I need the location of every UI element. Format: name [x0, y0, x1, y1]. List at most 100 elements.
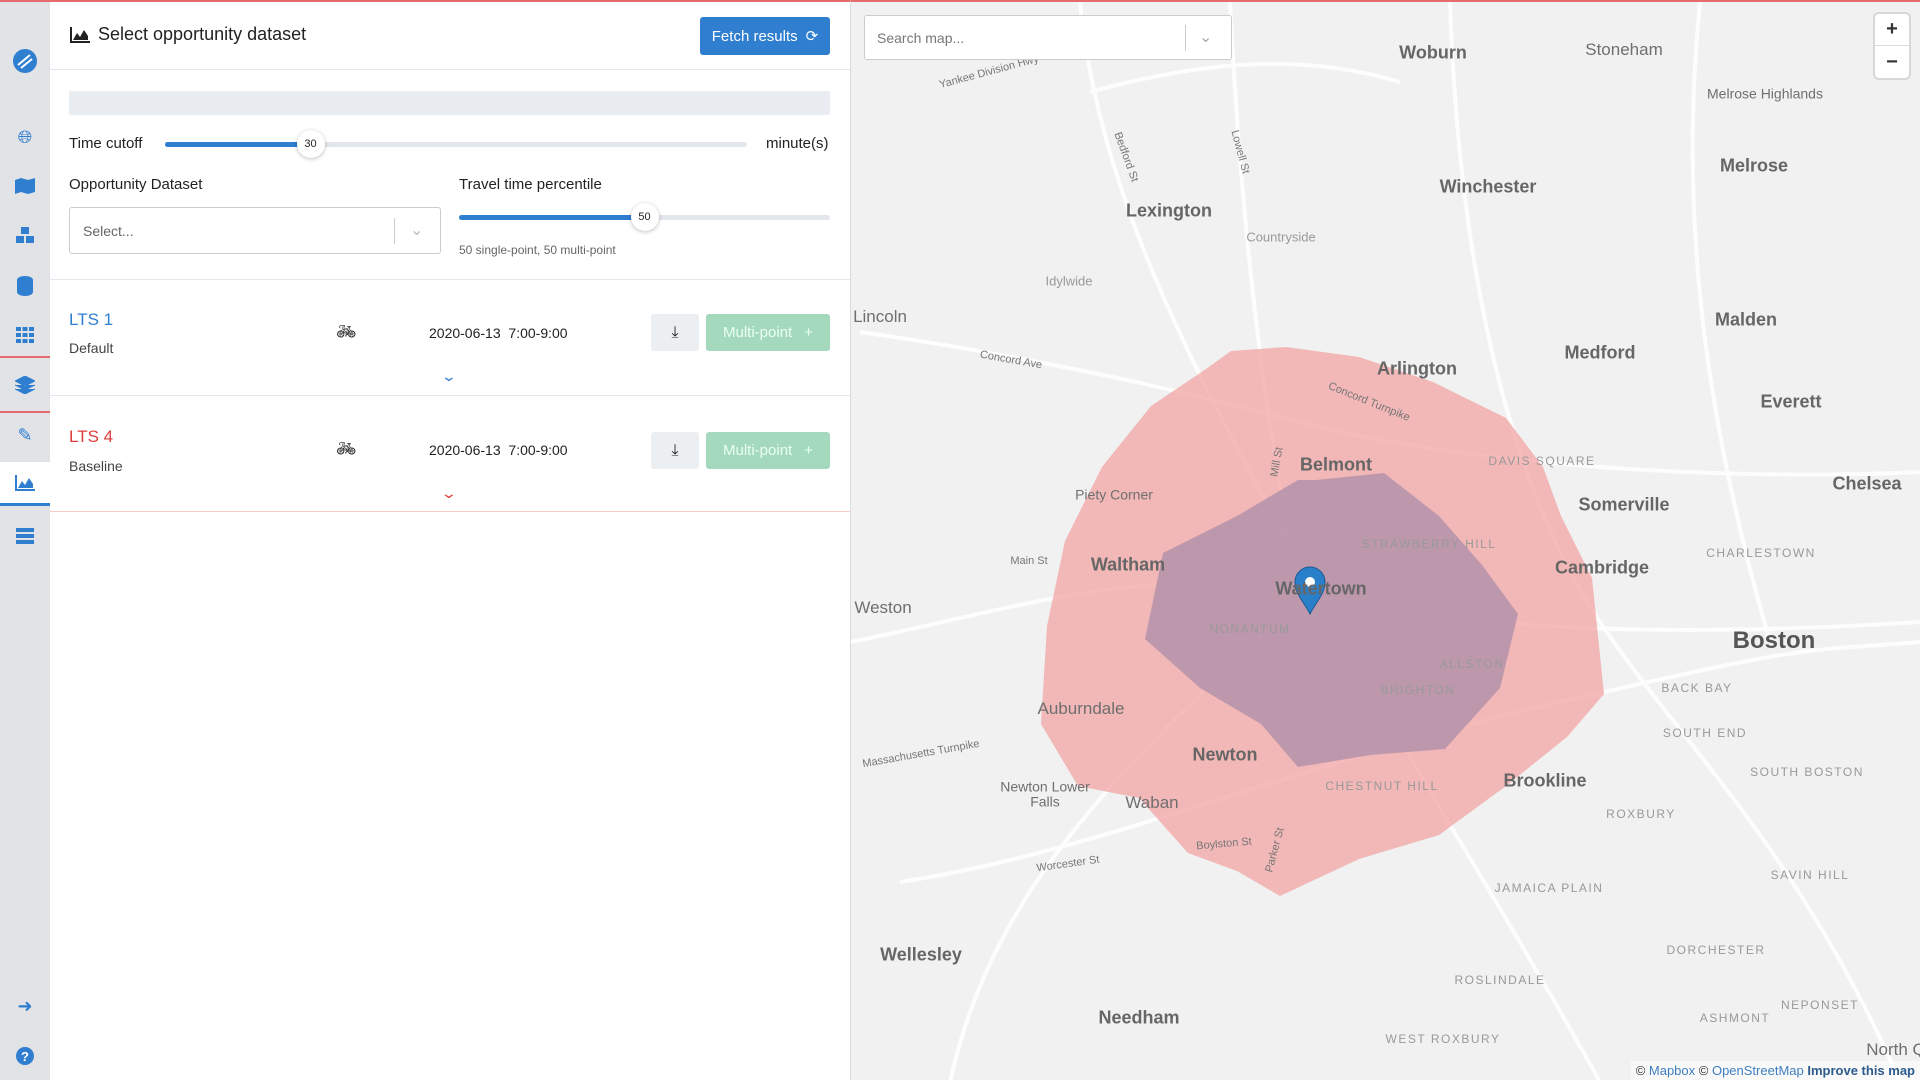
map-label: Piety Corner: [1075, 486, 1153, 503]
map-label: Newton: [1192, 744, 1258, 765]
time-cutoff-fill: [165, 142, 311, 147]
svg-text:?: ?: [21, 1049, 29, 1064]
sign-out-icon[interactable]: ➜: [0, 984, 50, 1028]
zoom-out-button[interactable]: −: [1875, 46, 1909, 78]
refresh-icon: ⟳: [805, 28, 819, 45]
search-map-input[interactable]: Search map... ⌄: [864, 15, 1232, 60]
expand-chevron-icon[interactable]: ⌄: [441, 368, 457, 385]
logo-icon[interactable]: [0, 39, 50, 83]
bicycle-icon: 🚲︎: [336, 324, 357, 341]
scenario-time: 7:00-9:00: [508, 325, 568, 341]
chevron-down-icon[interactable]: ⌄: [1199, 27, 1212, 47]
map-label: CHESTNUT HILL: [1325, 779, 1439, 793]
multi-point-button[interactable]: Multi-point +: [706, 432, 830, 469]
fetch-results-button[interactable]: Fetch results ⟳: [700, 17, 830, 55]
map-label: Lincoln: [853, 307, 907, 326]
map-label: Countryside: [1246, 229, 1316, 245]
scenario-datetime: 2020-06-13 7:00-9:00: [429, 442, 568, 458]
scenario-date: 2020-06-13: [429, 325, 501, 341]
map-label: Brookline: [1503, 770, 1587, 791]
time-cutoff-handle[interactable]: 30: [296, 130, 325, 158]
map-label: ALLSTON: [1439, 657, 1505, 671]
divider: [50, 279, 850, 280]
map-label: Stoneham: [1585, 40, 1663, 59]
help-icon[interactable]: ?: [0, 1034, 50, 1078]
scenario-date: 2020-06-13: [429, 442, 501, 458]
opportunity-dataset-select[interactable]: Select... ⌄: [69, 207, 441, 254]
map-label: Somerville: [1578, 494, 1670, 515]
scenario-datetime: 2020-06-13 7:00-9:00: [429, 325, 568, 341]
map-label: Arlington: [1377, 358, 1457, 379]
zoom-in-button[interactable]: +: [1875, 14, 1909, 46]
map-label: JAMAICA PLAIN: [1494, 881, 1604, 895]
bicycle-icon: 🚲︎: [336, 441, 357, 458]
download-button[interactable]: ⤓: [651, 314, 699, 351]
map[interactable]: Woburn Stoneham Melrose Highlands Melrose Wi…: [851, 0, 1920, 1080]
map-label: Medford: [1564, 342, 1636, 363]
panel-header: Select opportunity dataset Fetch results…: [50, 2, 850, 70]
map-label: Waltham: [1090, 554, 1166, 575]
grid-icon[interactable]: [0, 313, 50, 357]
map-label: ROSLINDALE: [1454, 973, 1546, 987]
map-label: Idylwide: [1045, 273, 1093, 289]
multi-point-label: Multi-point: [723, 324, 793, 341]
opportunity-dataset-label: Opportunity Dataset: [69, 176, 203, 193]
plus-icon: +: [804, 442, 813, 459]
map-label: STRAWBERRY HILL: [1361, 537, 1497, 551]
percentile-note: 50 single-point, 50 multi-point: [459, 243, 616, 257]
scenario-title[interactable]: LTS 1: [69, 310, 113, 330]
page-title-text: Select opportunity dataset: [98, 24, 307, 44]
progress-bar: [69, 91, 830, 115]
map-label: Wellesley: [880, 944, 962, 965]
map-label: SAVIN HILL: [1770, 868, 1850, 882]
percentile-slider[interactable]: 50: [459, 203, 830, 231]
database-icon[interactable]: [0, 264, 50, 308]
divider: [50, 511, 850, 512]
sidebar-divider: [0, 356, 50, 358]
map-label: NONANTUM: [1209, 622, 1291, 636]
chevron-down-icon[interactable]: ⌄: [410, 220, 423, 240]
multi-point-button[interactable]: Multi-point +: [706, 314, 830, 351]
map-label: CHARLESTOWN: [1706, 546, 1816, 560]
analysis-panel: Select opportunity dataset Fetch results…: [50, 0, 851, 1080]
map-label: DAVIS SQUARE: [1488, 454, 1596, 468]
map-label: Lexington: [1126, 200, 1212, 221]
percentile-handle[interactable]: 50: [630, 203, 659, 231]
divider: [50, 395, 850, 396]
globe-icon[interactable]: 🌐︎: [0, 115, 50, 159]
modifications-icon[interactable]: [0, 214, 50, 258]
download-icon: ⤓: [671, 323, 679, 341]
map-label: BACK BAY: [1661, 681, 1733, 695]
download-button[interactable]: ⤓: [651, 432, 699, 469]
scenario-time: 7:00-9:00: [508, 442, 568, 458]
analysis-chart-icon[interactable]: [0, 462, 50, 506]
scenario-subtitle: Baseline: [69, 458, 123, 474]
mapbox-link[interactable]: Mapbox: [1649, 1063, 1695, 1078]
map-label: Winchester: [1439, 176, 1537, 197]
regional-analysis-icon[interactable]: [0, 514, 50, 558]
scenario-subtitle: Default: [69, 340, 114, 356]
map-attribution: © Mapbox © OpenStreetMap Improve this ma…: [1630, 1061, 1920, 1080]
map-label: ASHMONT: [1699, 1011, 1771, 1025]
expand-chevron-icon[interactable]: ⌄: [441, 485, 457, 502]
map-label: SOUTH END: [1662, 726, 1748, 740]
select-separator: [394, 218, 395, 244]
scenario-title[interactable]: LTS 4: [69, 427, 113, 447]
multi-point-label: Multi-point: [723, 442, 793, 459]
percentile-label: Travel time percentile: [459, 176, 602, 193]
time-cutoff-slider[interactable]: 30: [165, 130, 747, 158]
improve-map-link[interactable]: Improve this map: [1807, 1063, 1915, 1078]
edit-pencil-icon[interactable]: ✎: [0, 413, 50, 457]
percentile-fill: [459, 215, 645, 220]
map-label: DORCHESTER: [1666, 943, 1766, 957]
map-label: Malden: [1714, 309, 1778, 330]
map-label: NEPONSET: [1780, 998, 1860, 1012]
map-label: Main St: [1010, 555, 1048, 567]
layers-icon[interactable]: [0, 363, 50, 407]
map-label: Chelsea: [1832, 473, 1902, 494]
map-label: Needham: [1098, 1007, 1180, 1028]
map-label: ROXBURY: [1606, 807, 1676, 821]
map-label: Cambridge: [1554, 557, 1650, 578]
osm-link[interactable]: OpenStreetMap: [1712, 1063, 1804, 1078]
map-icon[interactable]: [0, 164, 50, 208]
